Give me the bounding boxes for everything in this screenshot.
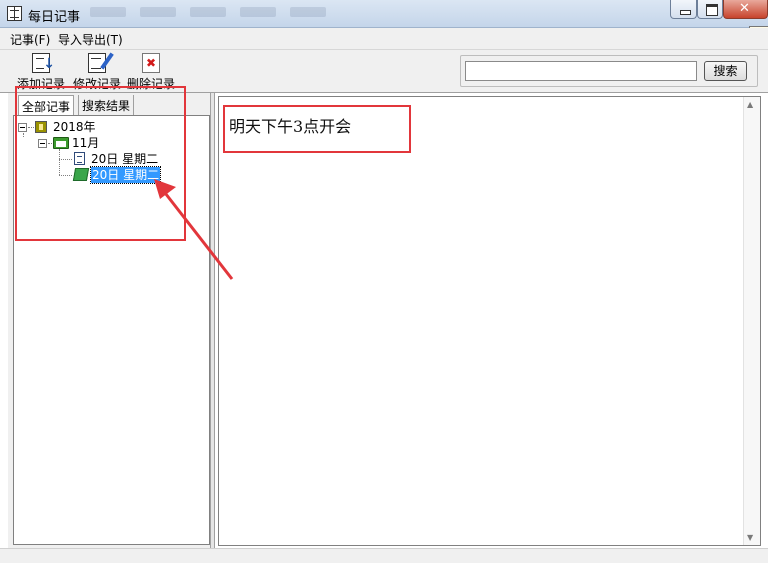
scroll-down-icon[interactable]: ▼ — [747, 533, 753, 542]
edit-document-icon — [88, 53, 106, 73]
title-bar: 每日记事 — [0, 0, 768, 28]
status-bar — [0, 548, 768, 563]
scroll-up-icon[interactable]: ▲ — [747, 100, 753, 109]
vertical-scrollbar[interactable]: ▲ ▼ — [743, 97, 760, 545]
minimize-button[interactable] — [670, 0, 697, 19]
pane-splitter[interactable] — [210, 93, 215, 548]
notebook-icon — [7, 6, 22, 21]
background-blur — [90, 6, 350, 20]
close-button[interactable] — [723, 0, 768, 19]
annotation-arrow-icon — [154, 179, 234, 280]
note-editor[interactable]: 明天下午3点开会 ▲ ▼ — [218, 96, 761, 546]
menu-import-export[interactable]: 导入导出(T) — [58, 31, 123, 48]
delete-document-icon — [142, 53, 160, 73]
annotation-box-note — [223, 105, 411, 153]
menu-bar: 记事(F) 导入导出(T) — [0, 28, 768, 50]
maximize-button[interactable] — [697, 0, 723, 19]
search-button[interactable]: 搜索 — [704, 61, 747, 81]
window-title: 每日记事 — [28, 10, 81, 25]
add-document-icon — [32, 53, 55, 73]
menu-notes[interactable]: 记事(F) — [10, 31, 50, 48]
search-input[interactable] — [465, 61, 697, 81]
